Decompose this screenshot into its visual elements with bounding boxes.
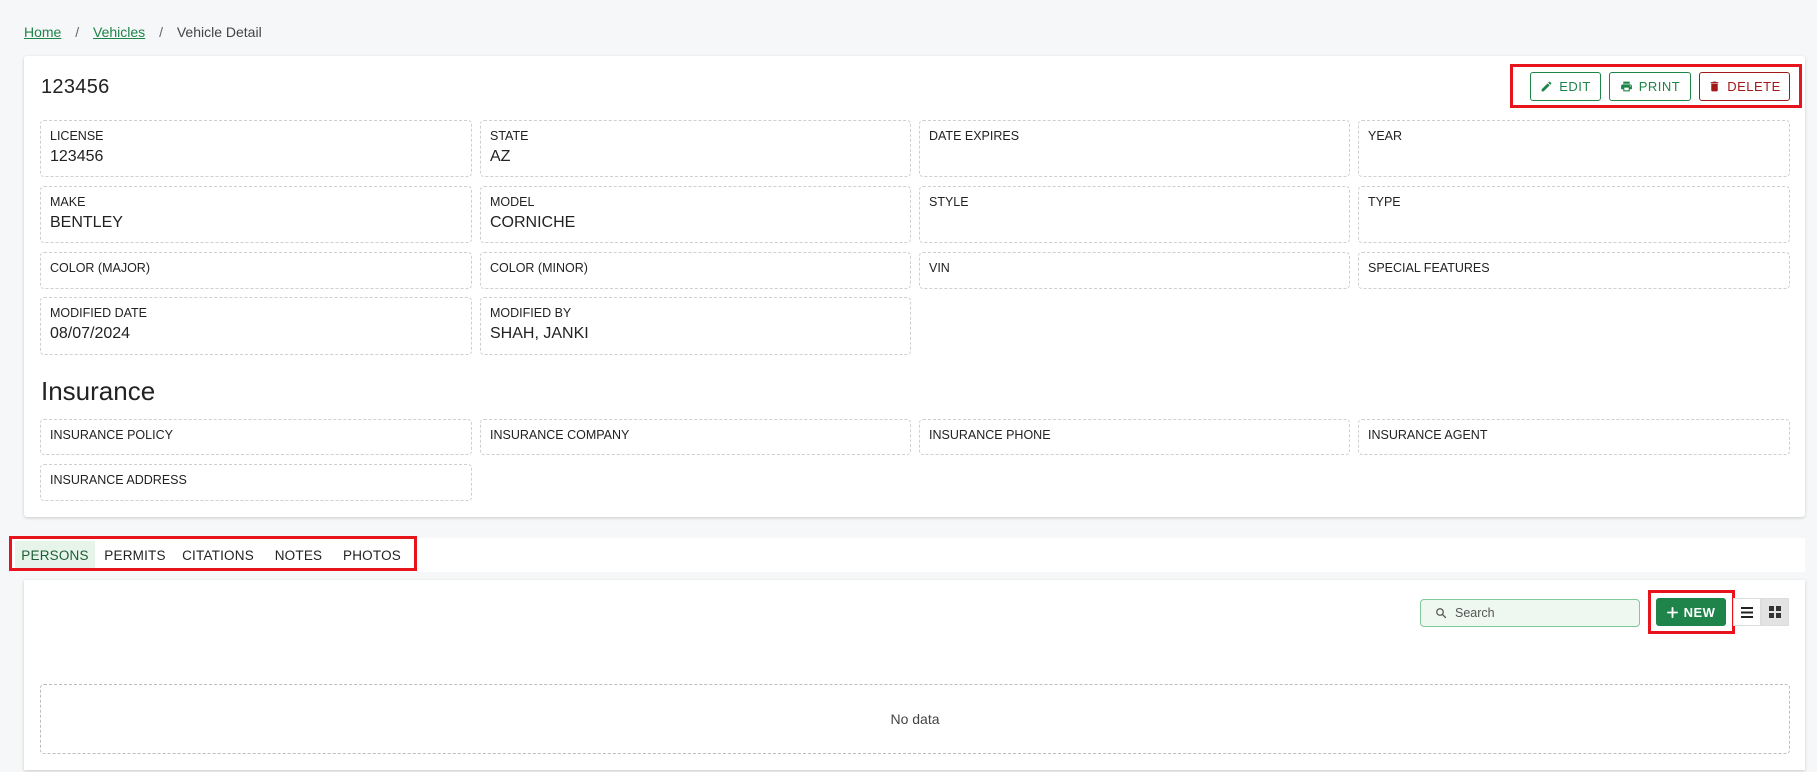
field-label: STYLE [929, 195, 969, 209]
search-icon [1436, 608, 1447, 619]
edit-button[interactable]: EDIT [1530, 72, 1601, 101]
printer-icon [1620, 81, 1632, 92]
edit-button-label: EDIT [1559, 79, 1591, 94]
field-label: INSURANCE POLICY [50, 428, 173, 442]
field-label: VIN [929, 261, 950, 275]
breadcrumb-separator: / [75, 24, 80, 40]
vehicle-title: 123456 [41, 76, 110, 98]
breadcrumb: Home / Vehicles / Vehicle Detail [24, 24, 262, 40]
field-model: MODEL CORNICHE [480, 186, 911, 243]
field-value: AZ [490, 148, 511, 165]
field-label: TYPE [1368, 195, 1401, 209]
field-label: COLOR (MAJOR) [50, 261, 150, 275]
field-special-features: SPECIAL FEATURES [1358, 252, 1790, 289]
field-insurance-address: INSURANCE ADDRESS [40, 464, 472, 501]
breadcrumb-vehicles-link[interactable]: Vehicles [93, 24, 145, 40]
field-insurance-company: INSURANCE COMPANY [480, 419, 911, 455]
breadcrumb-separator: / [159, 24, 163, 40]
search-box [1420, 599, 1640, 627]
field-insurance-agent: INSURANCE AGENT [1358, 419, 1790, 455]
field-license: LICENSE 123456 [40, 120, 472, 177]
field-label: MODEL [490, 195, 535, 209]
breadcrumb-current: Vehicle Detail [176, 24, 262, 40]
field-color-minor: COLOR (MINOR) [480, 252, 911, 289]
field-type: TYPE [1358, 186, 1790, 243]
list-view-icon [1741, 606, 1753, 618]
field-state: STATE AZ [480, 120, 911, 177]
field-label: STATE [490, 129, 529, 143]
field-label: YEAR [1368, 129, 1403, 143]
field-label: MAKE [50, 195, 86, 209]
field-label: INSURANCE COMPANY [490, 428, 630, 442]
field-vin: VIN [919, 252, 1350, 289]
field-label: DATE EXPIRES [929, 129, 1020, 143]
field-value: 123456 [50, 148, 104, 165]
field-label: INSURANCE PHONE [929, 428, 1051, 442]
trash-icon [1710, 81, 1719, 92]
insurance-section-title: Insurance [41, 376, 156, 406]
field-insurance-policy: INSURANCE POLICY [40, 419, 472, 455]
field-value: 08/07/2024 [50, 325, 131, 342]
grid-view-button[interactable] [1761, 598, 1789, 626]
plus-icon [1666, 606, 1678, 618]
field-modified-date: MODIFIED DATE 08/07/2024 [40, 297, 472, 355]
new-button[interactable]: NEW [1656, 598, 1726, 626]
breadcrumb-home-link[interactable]: Home [24, 24, 61, 40]
field-label: LICENSE [50, 129, 104, 143]
search-input[interactable] [1455, 606, 1625, 620]
new-button-label: NEW [1683, 604, 1716, 620]
field-date-expires: DATE EXPIRES [919, 120, 1350, 177]
field-make: MAKE BENTLEY [40, 186, 472, 243]
field-label: MODIFIED DATE [50, 306, 147, 320]
grid-view-icon [1769, 606, 1781, 618]
list-view-button[interactable] [1733, 598, 1761, 626]
field-modified-by: MODIFIED BY SHAH, JANKI [480, 297, 911, 355]
delete-button[interactable]: DELETE [1699, 72, 1790, 101]
field-color-major: COLOR (MAJOR) [40, 252, 472, 289]
delete-button-label: DELETE [1727, 79, 1781, 94]
field-style: STYLE [919, 186, 1350, 243]
field-label: SPECIAL FEATURES [1368, 261, 1490, 275]
field-insurance-phone: INSURANCE PHONE [919, 419, 1350, 455]
tabs-highlight [9, 536, 417, 571]
pencil-icon [1541, 81, 1552, 92]
field-value: CORNICHE [490, 214, 576, 231]
print-button-label: PRINT [1638, 79, 1681, 94]
field-label: INSURANCE ADDRESS [50, 473, 187, 487]
empty-state: No data [40, 684, 1790, 754]
field-value: SHAH, JANKI [490, 325, 589, 342]
field-value: BENTLEY [50, 214, 123, 231]
field-label: MODIFIED BY [490, 306, 572, 320]
field-year: YEAR [1358, 120, 1790, 177]
field-label: INSURANCE AGENT [1368, 428, 1488, 442]
field-label: COLOR (MINOR) [490, 261, 588, 275]
print-button[interactable]: PRINT [1609, 72, 1691, 101]
